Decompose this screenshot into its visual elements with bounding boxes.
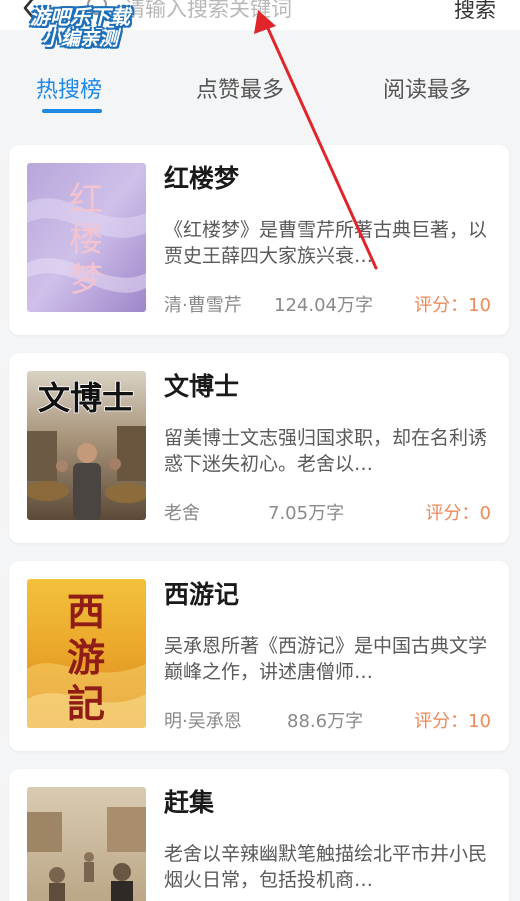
book-word-count: 124.04万字: [274, 295, 373, 316]
book-word-count: 88.6万字: [287, 711, 364, 732]
book-rating: 评分：10: [414, 295, 491, 316]
watermark-line-2: 小编亲测: [41, 28, 118, 50]
book-description: 吴承恩所著《西游记》是中国古典文学巅峰之作，讲述唐僧师…: [164, 635, 488, 683]
book-author: 明·吴承恩: [164, 711, 242, 732]
book-card-xiyouji[interactable]: 西 游 記 西游记 吴承恩所著《西游记》是中国古典文学巅峰之作，讲述唐僧师… 明…: [9, 561, 509, 751]
tab-most-read[interactable]: 阅读最多: [383, 72, 471, 104]
cover-image-xiyouji: 西 游 記: [27, 579, 146, 728]
cover-title-char: 楼: [69, 220, 103, 260]
book-description: 《红楼梦》是曹雪芹所著古典巨著，以贾史王薛四大家族兴衰…: [164, 219, 488, 267]
tab-most-liked[interactable]: 点赞最多: [196, 72, 284, 104]
watermark-line-1: 游吧乐下载: [30, 5, 130, 29]
book-card-ganji[interactable]: 赶集 老舍以辛辣幽默笔触描绘北平市井小民烟火日常，包括投机商…: [9, 769, 509, 901]
book-title: 红楼梦: [164, 164, 240, 193]
book-card-hongloumeng[interactable]: 红 楼 梦 红楼梦 《红楼梦》是曹雪芹所著古典巨著，以贾史王薛四大家族兴衰… 清…: [9, 145, 509, 335]
book-rating: 评分：0: [425, 503, 491, 524]
book-cover: 红 楼 梦: [27, 163, 146, 312]
cover-title-char: 西: [67, 589, 105, 634]
book-cover: 文博士: [27, 371, 146, 520]
book-card-wenboshi[interactable]: 文博士 文博士 留美博士文志强归国求职，却在名利诱惑下迷失初心。老舍以… 老舍 …: [9, 353, 509, 543]
active-tab-indicator: [42, 109, 102, 113]
book-title: 西游记: [164, 580, 240, 609]
book-author: 老舍: [164, 503, 200, 524]
book-description: 留美博士文志强归国求职，却在名利诱惑下迷失初心。老舍以…: [164, 427, 488, 475]
book-title: 赶集: [164, 788, 215, 817]
cover-image-hongloumeng: 红 楼 梦: [27, 163, 146, 312]
cover-title-char: 梦: [69, 260, 103, 300]
book-rating: 评分：10: [414, 711, 491, 732]
cover-title-text: 文博士: [38, 379, 134, 417]
search-button[interactable]: 搜索: [454, 0, 496, 24]
book-cover: [27, 787, 146, 901]
cover-title-char: 游: [67, 635, 105, 680]
cover-title-char: 红: [69, 180, 103, 220]
book-word-count: 7.05万字: [268, 503, 345, 524]
search-input[interactable]: [124, 0, 424, 26]
book-author: 清·曹雪芹: [164, 295, 242, 316]
cover-image-wenboshi: 文博士: [27, 371, 146, 520]
book-title: 文博士: [164, 372, 240, 401]
book-description: 老舍以辛辣幽默笔触描绘北平市井小民烟火日常，包括投机商…: [164, 843, 488, 891]
watermark-logo: 游吧乐下载 小编亲测: [10, 6, 150, 51]
book-cover: 西 游 記: [27, 579, 146, 728]
cover-title-char: 記: [67, 681, 105, 726]
cover-image-ganji: [27, 787, 146, 901]
tab-hot-search[interactable]: 热搜榜: [36, 72, 102, 104]
